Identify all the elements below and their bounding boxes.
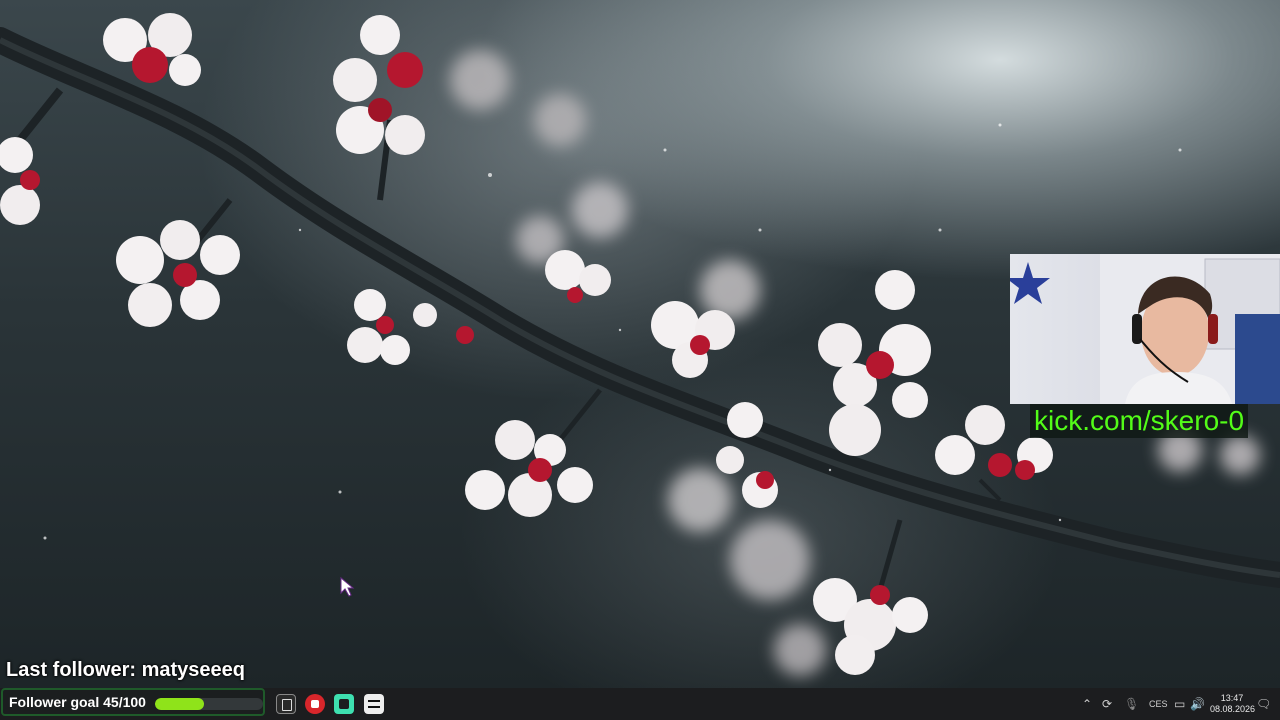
capcut-icon[interactable]	[364, 694, 384, 714]
follower-goal-progress-fill	[155, 698, 204, 710]
notification-icon[interactable]: 🗨	[1256, 696, 1271, 712]
microphone-icon[interactable]: 🎙	[1124, 696, 1139, 712]
epic-games-icon[interactable]	[276, 694, 296, 714]
follower-goal-label: Follower goal 45/100	[9, 694, 146, 710]
desktop-wallpaper: kick.com/skero-0 Last follower: matyseee…	[0, 0, 1280, 688]
mouse-cursor	[340, 576, 355, 597]
language-indicator[interactable]: CES	[1149, 696, 1168, 712]
sync-icon[interactable]: ⟳	[1102, 696, 1112, 712]
follower-goal-progress-track	[155, 698, 263, 710]
follower-goal-widget: Follower goal 45/100	[1, 688, 265, 716]
clock-time: 13:47	[1220, 693, 1244, 703]
webcam-feed	[1010, 254, 1280, 404]
chevron-up-icon[interactable]: ⌃	[1082, 696, 1092, 712]
red-app-icon[interactable]	[305, 694, 325, 714]
star-decoration-icon	[1010, 262, 1050, 304]
kick-channel-link: kick.com/skero-0	[1030, 404, 1249, 438]
green-app-icon[interactable]	[334, 694, 354, 714]
last-follower-label: Last follower: matyseeeq	[6, 659, 245, 681]
taskbar-clock[interactable]: 13:47 08.08.2026	[1210, 693, 1256, 715]
volume-icon[interactable]: 🔊	[1190, 696, 1205, 712]
network-monitor-icon[interactable]: ▭	[1174, 696, 1185, 712]
clock-date: 08.08.2026	[1210, 704, 1256, 714]
